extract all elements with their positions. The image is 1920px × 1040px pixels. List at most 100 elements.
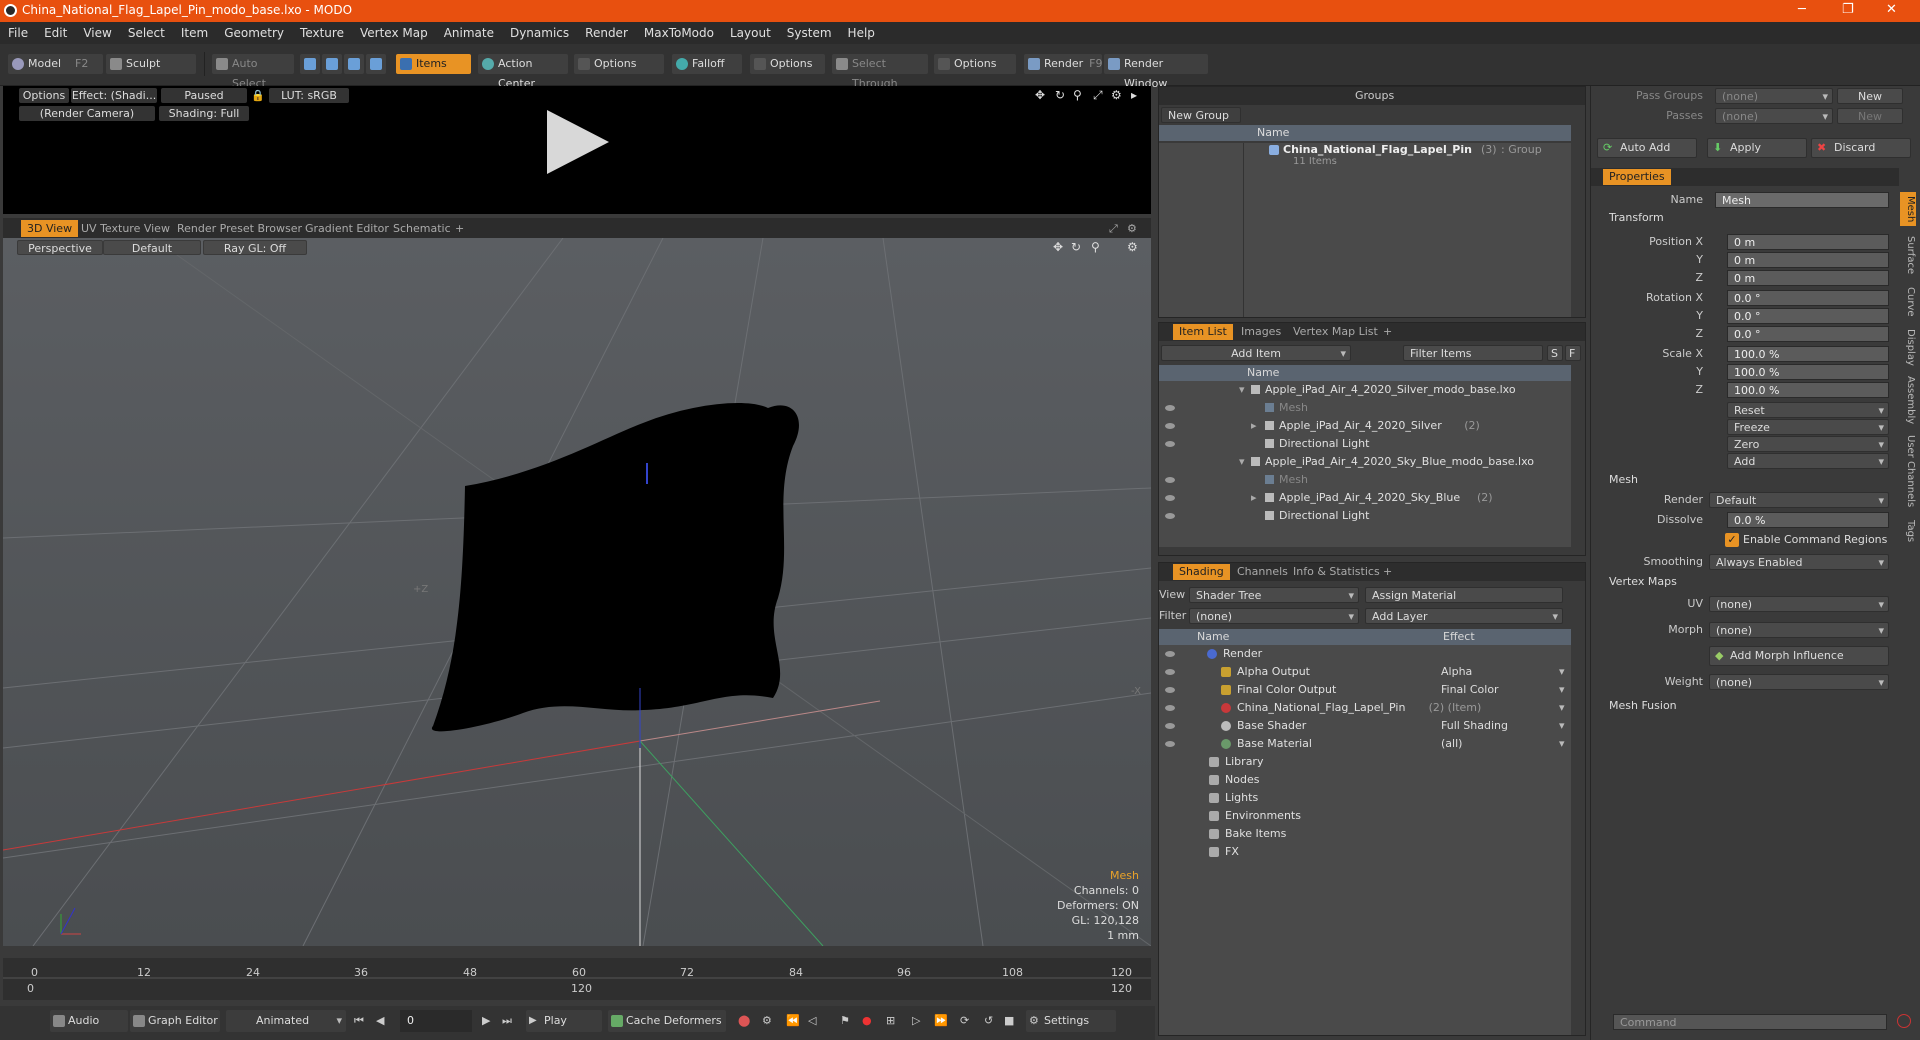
add-item-dropdown[interactable]: Add Item <box>1161 345 1351 362</box>
item-list-row[interactable]: Directional Light <box>1159 507 1571 524</box>
tab-item-list[interactable]: Item List <box>1173 324 1233 340</box>
side-tab-curve[interactable]: Curve <box>1900 284 1916 320</box>
shader-tree-row[interactable]: China_National_Flag_Lapel_Pin (2) (Item) ▾ <box>1159 699 1571 716</box>
minimize-button[interactable]: ─ <box>1798 2 1806 17</box>
range-mid[interactable]: 120 <box>571 982 592 995</box>
item-list-row[interactable]: Mesh <box>1159 399 1571 416</box>
expand-arrow-icon[interactable]: ▸ <box>1131 88 1137 102</box>
shader-tree-row[interactable]: Environments <box>1159 807 1571 824</box>
tab-vertex-map-list[interactable]: Vertex Map List <box>1287 324 1384 340</box>
reset-dropdown[interactable]: Reset <box>1727 402 1889 419</box>
rotation-z-field[interactable]: 0.0 ° <box>1727 326 1889 342</box>
add-dropdown[interactable]: Add <box>1727 453 1889 470</box>
chevron-down-icon[interactable]: ▾ <box>1559 663 1565 680</box>
render-dropdown[interactable]: Default <box>1709 492 1889 509</box>
tab-properties[interactable]: Properties <box>1603 169 1671 185</box>
add-morph-influence-button[interactable]: ◆ Add Morph Influence <box>1709 646 1889 666</box>
shader-tree-row[interactable]: Bake Items <box>1159 825 1571 842</box>
filter-dropdown[interactable]: (none) <box>1189 608 1359 625</box>
item-list-row[interactable]: Mesh <box>1159 471 1571 488</box>
menu-maxtomodo[interactable]: MaxToModo <box>636 22 722 44</box>
move-icon[interactable]: ✥ <box>1035 88 1045 102</box>
model-mode-button[interactable]: Model F2 <box>8 54 103 74</box>
menu-select[interactable]: Select <box>120 22 173 44</box>
sculpt-mode-button[interactable]: Sculpt <box>106 54 196 74</box>
tab-shading[interactable]: Shading <box>1173 564 1230 580</box>
filter-items-input[interactable]: Filter Items <box>1403 345 1543 361</box>
menu-render[interactable]: Render <box>577 22 636 44</box>
prev-frame-icon[interactable]: ◀ <box>376 1014 384 1027</box>
timeline[interactable]: 0 12 24 36 48 60 72 84 96 108 120 0 120 … <box>3 958 1151 1000</box>
menu-geometry[interactable]: Geometry <box>216 22 292 44</box>
menu-file[interactable]: File <box>0 22 36 44</box>
move-icon[interactable]: ✥ <box>1053 240 1063 254</box>
menu-view[interactable]: View <box>75 22 119 44</box>
menu-layout[interactable]: Layout <box>722 22 779 44</box>
visibility-eye-icon[interactable] <box>1165 651 1175 657</box>
item-list-row[interactable]: Directional Light <box>1159 435 1571 452</box>
menu-dynamics[interactable]: Dynamics <box>502 22 577 44</box>
play-icon[interactable] <box>547 110 609 174</box>
expand-arrow-icon[interactable]: ▾ <box>1239 453 1245 470</box>
perspective-dropdown[interactable]: Perspective <box>17 240 103 255</box>
sync-icon[interactable]: ⟳ <box>960 1014 969 1027</box>
scale-y-field[interactable]: 100.0 % <box>1727 364 1889 380</box>
zoom-icon[interactable]: ⚲ <box>1091 240 1100 254</box>
raygl-dropdown[interactable]: Ray GL: Off <box>203 240 307 255</box>
first-frame-icon[interactable]: ⏮ <box>354 1014 364 1028</box>
play-button[interactable]: ▶ Play <box>526 1010 602 1032</box>
graph-editor-button[interactable]: Graph Editor <box>130 1010 220 1032</box>
tab-info-statistics[interactable]: Info & Statistics <box>1287 564 1386 580</box>
scale-x-field[interactable]: 100.0 % <box>1727 346 1889 362</box>
vertex-maps-section[interactable]: Vertex Maps <box>1609 574 1677 590</box>
last-frame-icon[interactable]: ⏭ <box>502 1014 512 1028</box>
items-mode-button[interactable]: Items <box>396 54 471 74</box>
add-layer-dropdown[interactable]: Add Layer <box>1365 608 1563 625</box>
key-last-icon[interactable]: ⏩ <box>934 1014 948 1027</box>
item-list-row[interactable]: ▾ Apple_iPad_Air_4_2020_Sky_Blue_modo_bas… <box>1159 453 1571 470</box>
select-edges-button[interactable] <box>322 54 342 74</box>
expand-arrow-icon[interactable]: ▸ <box>1251 417 1257 434</box>
select-through-options-button[interactable]: Options <box>934 54 1016 74</box>
key-nav-icon[interactable]: ⏪ <box>786 1014 800 1027</box>
menu-animate[interactable]: Animate <box>436 22 502 44</box>
key-filter-icon[interactable]: ⚑ <box>840 1014 850 1027</box>
range-start[interactable]: 0 <box>27 982 34 995</box>
apply-button[interactable]: ⬇ Apply <box>1707 138 1807 158</box>
tab-channels[interactable]: Channels <box>1231 564 1294 580</box>
lut-dropdown[interactable]: LUT: sRGB <box>269 88 349 103</box>
shader-tree-row[interactable]: Final Color Output Final Color ▾ <box>1159 681 1571 698</box>
pass-groups-dropdown[interactable]: (none) <box>1715 88 1833 105</box>
chevron-down-icon[interactable]: ▾ <box>1559 681 1565 698</box>
tab-3d-view[interactable]: 3D View <box>21 220 79 237</box>
menu-item[interactable]: Item <box>173 22 216 44</box>
morph-dropdown[interactable]: (none) <box>1709 622 1889 639</box>
shader-tree-row[interactable]: Alpha Output Alpha ▾ <box>1159 663 1571 680</box>
new-pass-button[interactable]: New <box>1837 108 1903 124</box>
select-vertices-button[interactable] <box>300 54 320 74</box>
zero-dropdown[interactable]: Zero <box>1727 436 1889 453</box>
chevron-down-icon[interactable]: ▾ <box>1559 699 1565 716</box>
assign-material-button[interactable]: Assign Material <box>1365 587 1563 603</box>
key-prev-icon[interactable]: ◁ <box>808 1014 816 1027</box>
shader-tree-row[interactable]: Base Shader Full Shading ▾ <box>1159 717 1571 734</box>
action-center-button[interactable]: Action Center <box>478 54 568 90</box>
visibility-eye-icon[interactable] <box>1165 513 1175 519</box>
menu-texture[interactable]: Texture <box>292 22 352 44</box>
settings-button[interactable]: ⚙ Settings <box>1026 1010 1116 1032</box>
rotation-x-field[interactable]: 0.0 ° <box>1727 290 1889 306</box>
visibility-eye-icon[interactable] <box>1165 687 1175 693</box>
falloff-button[interactable]: Falloff <box>672 54 742 74</box>
freeze-dropdown[interactable]: Freeze <box>1727 419 1889 436</box>
shader-effect-value[interactable]: Full Shading <box>1441 717 1508 734</box>
stop-icon[interactable]: ■ <box>1004 1014 1014 1027</box>
passes-dropdown[interactable]: (none) <box>1715 108 1833 125</box>
tab-uv-texture-view[interactable]: UV Texture View <box>75 220 176 237</box>
tab-schematic[interactable]: Schematic <box>387 220 457 237</box>
position-y-field[interactable]: 0 m <box>1727 252 1889 268</box>
rotation-y-field[interactable]: 0.0 ° <box>1727 308 1889 324</box>
add-tab-button[interactable]: + <box>1377 564 1398 580</box>
rotate-icon[interactable]: ↻ <box>1071 240 1081 254</box>
expand-arrow-icon[interactable]: ▸ <box>1251 489 1257 506</box>
gear-icon[interactable]: ⚙ <box>1111 88 1122 102</box>
